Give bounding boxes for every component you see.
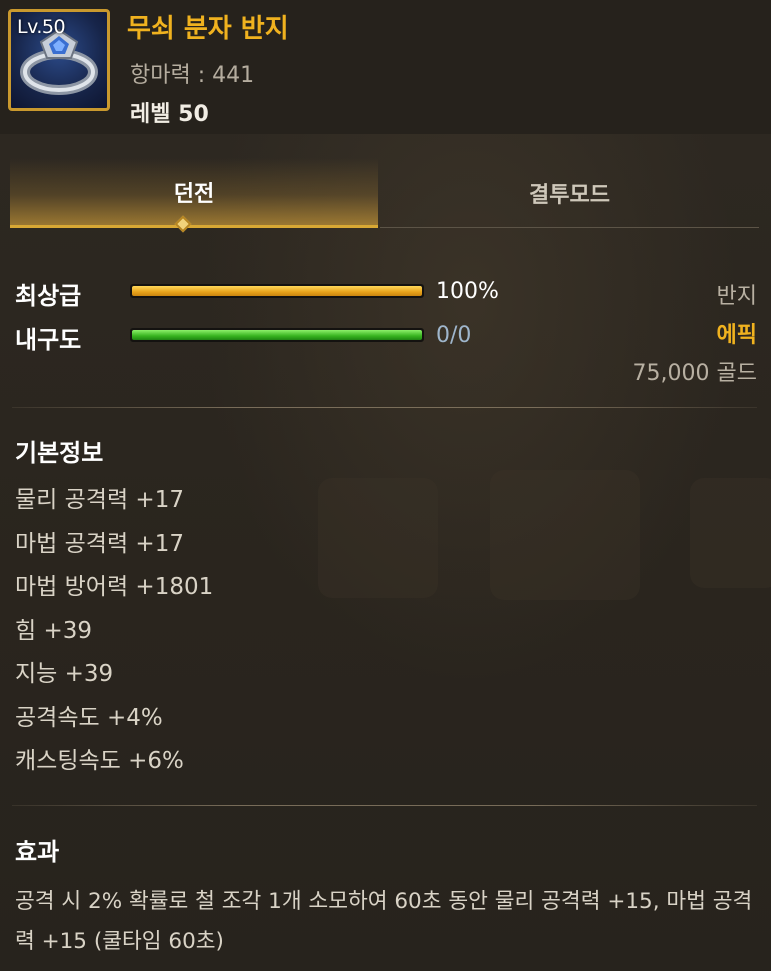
- grade-label: 최상급: [15, 282, 82, 310]
- background-decoration: [318, 478, 438, 598]
- effect-description: 공격 시 2% 확률로 철 조각 1개 소모하여 60초 동안 물리 공격력 +…: [15, 889, 753, 954]
- tab-duel-label: 결투모드: [529, 182, 610, 208]
- tab-dungeon-label: 던전: [173, 181, 215, 207]
- item-price-label: 75,000 골드: [632, 361, 757, 386]
- durability-value: 0/0: [436, 323, 472, 348]
- durability-bar-fill: [132, 330, 422, 340]
- basic-info-title: 기본정보: [15, 439, 104, 467]
- basic-stats-list: 물리 공격력 +17 마법 공격력 +17 마법 방어력 +1801 힘 +39…: [15, 482, 213, 787]
- item-type-label: 반지: [716, 284, 757, 309]
- grade-value: 100%: [436, 279, 499, 304]
- item-rarity-label: 에픽: [716, 323, 757, 348]
- divider: [12, 407, 757, 408]
- stat-item: 힘 +39: [15, 617, 93, 644]
- level-badge: Lv.50: [17, 16, 66, 38]
- durability-bar: [130, 328, 424, 342]
- stat-item: 공격속도 +4%: [15, 704, 163, 731]
- grade-bar-fill: [132, 286, 422, 296]
- stat-item: 지능 +39: [15, 661, 114, 687]
- background-decoration: [690, 478, 771, 588]
- magic-resist-text: 항마력 : 441: [130, 63, 255, 88]
- stat-item: 마법 방어력 +1801: [15, 574, 214, 600]
- item-tooltip-panel: Lv.50 무쇠 분자 반지 항마력 : 441 레벨 50 던전 결투모드 최…: [0, 0, 771, 971]
- grade-bar: [130, 284, 424, 298]
- ring-icon: Lv.50: [8, 9, 110, 111]
- item-level-text: 레벨 50: [130, 102, 209, 127]
- tab-duel-mode[interactable]: 결투모드: [380, 158, 759, 228]
- background-decoration: [490, 470, 640, 600]
- item-header: Lv.50 무쇠 분자 반지 항마력 : 441 레벨 50: [0, 0, 771, 134]
- tab-dungeon[interactable]: 던전: [10, 158, 378, 228]
- stat-item: 물리 공격력 +17: [15, 487, 184, 513]
- mode-tabs: 던전 결투모드: [10, 158, 759, 233]
- effect-title: 효과: [15, 838, 60, 866]
- divider: [12, 805, 757, 806]
- item-name: 무쇠 분자 반지: [127, 14, 289, 44]
- stat-item: 캐스팅속도 +6%: [15, 748, 184, 774]
- durability-label: 내구도: [15, 326, 82, 354]
- stat-item: 마법 공격력 +17: [15, 530, 184, 557]
